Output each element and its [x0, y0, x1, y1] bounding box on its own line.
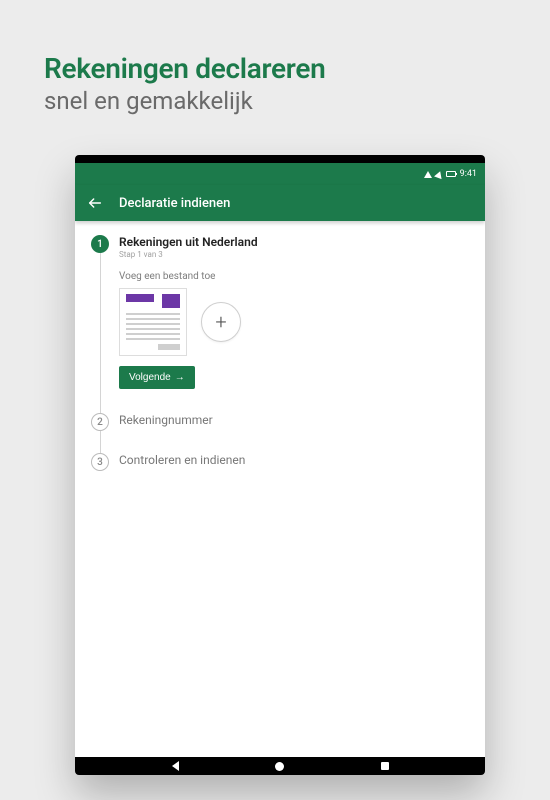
step-2[interactable]: 2 Rekeningnummer	[91, 413, 469, 453]
status-time: 9:41	[460, 169, 477, 179]
arrow-right-icon: →	[175, 372, 185, 383]
attach-label: Voeg een bestand toe	[119, 271, 469, 282]
app-bar-title: Declaratie indienen	[119, 196, 230, 211]
next-button-label: Volgende	[129, 372, 171, 383]
step-3-badge: 3	[91, 453, 109, 471]
nav-back-icon[interactable]	[172, 761, 179, 771]
promo-subtitle: snel en gemakkelijk	[44, 87, 325, 115]
step-1: 1 Rekeningen uit Nederland Stap 1 van 3 …	[91, 235, 469, 413]
attachment-thumbnail[interactable]	[119, 288, 187, 356]
step-1-badge: 1	[91, 235, 109, 253]
android-nav-bar	[75, 757, 485, 775]
content-area: 1 Rekeningen uit Nederland Stap 1 van 3 …	[75, 221, 485, 485]
signal-icon	[424, 171, 432, 178]
next-button[interactable]: Volgende →	[119, 366, 195, 389]
back-icon[interactable]	[87, 195, 103, 211]
step-3-title: Controleren en indienen	[119, 453, 469, 467]
attachment-row: +	[119, 288, 469, 356]
status-bar: 9:41	[75, 163, 485, 185]
battery-icon	[446, 171, 456, 177]
status-icons	[424, 171, 456, 178]
step-2-title: Rekeningnummer	[119, 413, 469, 427]
promo-title: Rekeningen declareren	[44, 52, 325, 85]
stepper: 1 Rekeningen uit Nederland Stap 1 van 3 …	[91, 235, 469, 471]
add-attachment-button[interactable]: +	[201, 302, 241, 342]
step-1-title: Rekeningen uit Nederland	[119, 235, 469, 249]
step-2-badge: 2	[91, 413, 109, 431]
device-frame: 9:41 Declaratie indienen 1 Rekeningen ui…	[75, 155, 485, 775]
promo-heading: Rekeningen declareren snel en gemakkelij…	[44, 52, 325, 115]
nav-recents-icon[interactable]	[381, 762, 389, 770]
app-bar: Declaratie indienen	[75, 185, 485, 221]
plus-icon: +	[215, 310, 226, 334]
step-3[interactable]: 3 Controleren en indienen	[91, 453, 469, 471]
step-1-sub: Stap 1 van 3	[119, 250, 469, 259]
nav-home-icon[interactable]	[275, 762, 284, 771]
wifi-icon	[434, 169, 444, 178]
